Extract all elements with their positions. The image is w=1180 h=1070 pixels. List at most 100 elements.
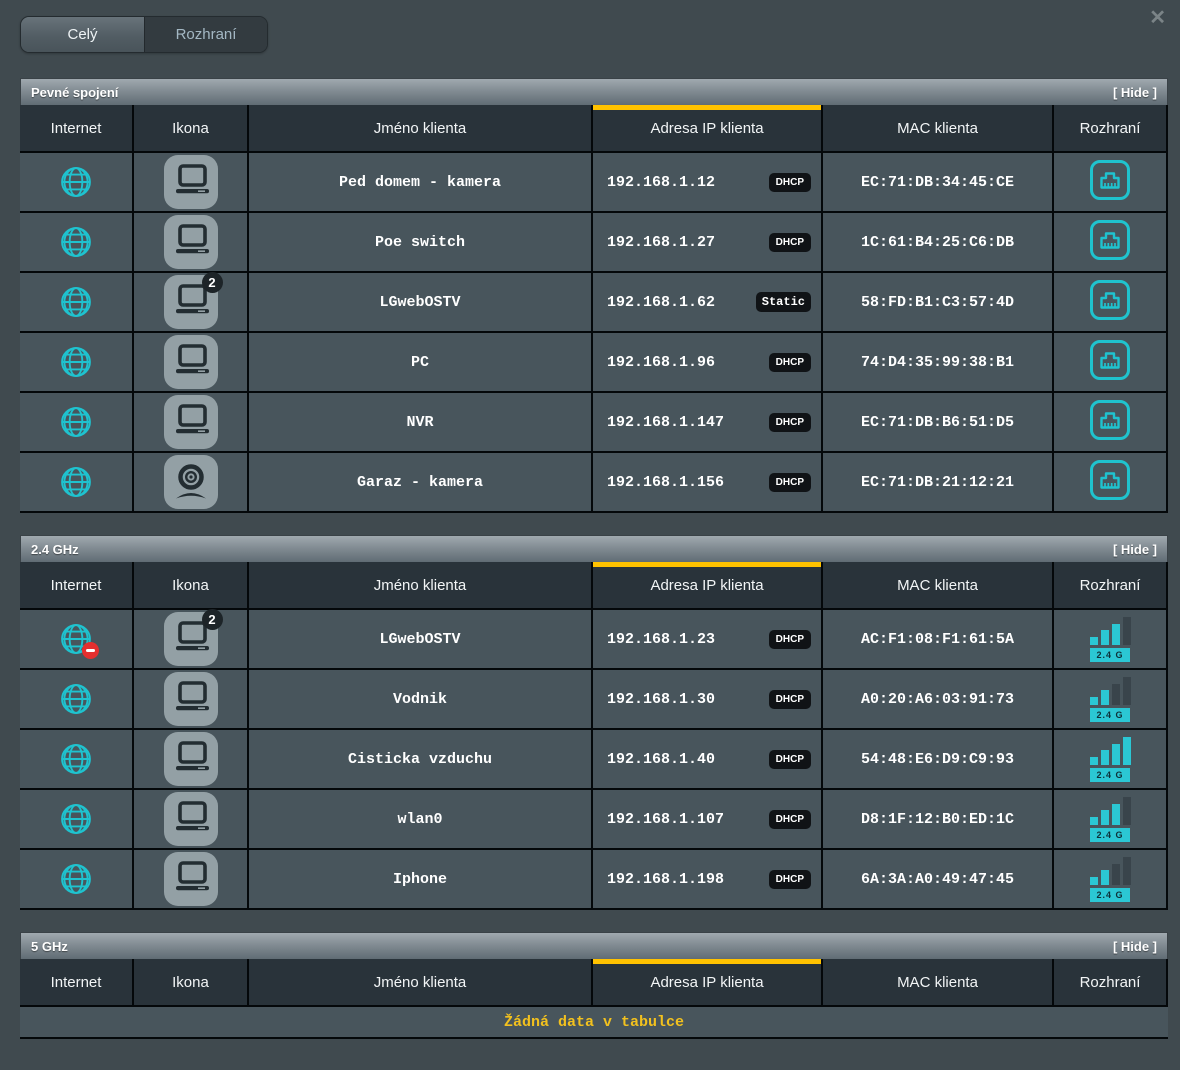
client-row[interactable]: 2LGwebOSTV192.168.1.62Static58:FD:B1:C3:… <box>20 273 1168 331</box>
client-row[interactable]: Ped domem - kamera192.168.1.12DHCPEC:71:… <box>20 153 1168 211</box>
client-table-wifi-5ghz: InternetIkonaJméno klientaAdresa IP klie… <box>20 959 1168 1039</box>
internet-cell <box>20 393 132 451</box>
client-row[interactable]: wlan0192.168.1.107DHCPD8:1F:12:B0:ED:1C2… <box>20 790 1168 848</box>
signal-bar <box>1112 864 1120 885</box>
internet-globe-icon <box>57 740 95 778</box>
column-header-4[interactable]: MAC klienta <box>823 105 1052 151</box>
mac-cell: 6A:3A:A0:49:47:45 <box>823 850 1052 908</box>
column-header-0[interactable]: Internet <box>20 562 132 608</box>
signal-bar <box>1090 637 1098 645</box>
device-icon-wrap <box>164 672 218 726</box>
column-header-3[interactable]: Adresa IP klienta <box>593 562 821 608</box>
mac-cell: D8:1F:12:B0:ED:1C <box>823 790 1052 848</box>
column-header-5[interactable]: Rozhraní <box>1054 562 1166 608</box>
column-header-3[interactable]: Adresa IP klienta <box>593 105 821 151</box>
signal-bar <box>1101 690 1109 705</box>
mac-cell: AC:F1:08:F1:61:5A <box>823 610 1052 668</box>
client-row[interactable]: PC192.168.1.96DHCP74:D4:35:99:38:B1 <box>20 333 1168 391</box>
name-cell: LGwebOSTV <box>249 273 591 331</box>
ethernet-icon <box>1089 399 1131 446</box>
client-row[interactable]: Iphone 192.168.1.198DHCP6A:3A:A0:49:47:45… <box>20 850 1168 908</box>
close-icon[interactable]: ✕ <box>1149 8 1166 28</box>
icon-cell <box>134 453 247 511</box>
client-ip: 192.168.1.156 <box>607 474 724 491</box>
section-title: Pevné spojení <box>31 85 118 100</box>
signal-bars <box>1090 737 1131 765</box>
column-header-2[interactable]: Jméno klienta <box>249 562 591 608</box>
mac-cell: EC:71:DB:21:12:21 <box>823 453 1052 511</box>
client-name: Iphone <box>393 871 447 888</box>
ethernet-icon <box>1089 219 1131 266</box>
hide-link[interactable]: [ Hide ] <box>1113 542 1157 557</box>
device-icon-wrap <box>164 215 218 269</box>
tab-cely[interactable]: Celý <box>21 17 144 52</box>
ip-mode-badge: DHCP <box>769 690 811 709</box>
name-cell: LGwebOSTV <box>249 610 591 668</box>
column-header-1[interactable]: Ikona <box>134 959 247 1005</box>
ip-cell: 192.168.1.198DHCP <box>593 850 821 908</box>
column-header-2[interactable]: Jméno klienta <box>249 959 591 1005</box>
internet-cell <box>20 273 132 331</box>
hide-link[interactable]: [ Hide ] <box>1113 939 1157 954</box>
client-row[interactable]: NVR192.168.1.147DHCPEC:71:DB:B6:51:D5 <box>20 393 1168 451</box>
wifi-signal-icon: 2.4 G <box>1090 737 1131 782</box>
column-header-1[interactable]: Ikona <box>134 562 247 608</box>
client-ip: 192.168.1.107 <box>607 811 724 828</box>
column-header-1[interactable]: Ikona <box>134 105 247 151</box>
client-ip: 192.168.1.40 <box>607 751 715 768</box>
icon-cell <box>134 850 247 908</box>
client-count-badge: 2 <box>202 609 223 630</box>
client-list-panel: ✕ Celý Rozhraní Pevné spojení [ Hide ] Int… <box>0 0 1168 1039</box>
client-row[interactable]: Garaz - kamera192.168.1.156DHCPEC:71:DB:… <box>20 453 1168 511</box>
tab-rozhrani[interactable]: Rozhraní <box>144 17 267 52</box>
client-ip: 192.168.1.198 <box>607 871 724 888</box>
icon-cell <box>134 333 247 391</box>
ip-mode-badge: DHCP <box>769 173 811 192</box>
name-cell: NVR <box>249 393 591 451</box>
signal-bar <box>1090 817 1098 825</box>
signal-bar <box>1090 877 1098 885</box>
wifi-band-badge: 2.4 G <box>1090 828 1129 842</box>
column-header-5[interactable]: Rozhraní <box>1054 959 1166 1005</box>
column-header-4[interactable]: MAC klienta <box>823 959 1052 1005</box>
interface-cell: 2.4 G <box>1054 670 1166 728</box>
name-cell: Poe switch <box>249 213 591 271</box>
client-ip: 192.168.1.27 <box>607 234 715 251</box>
column-header-0[interactable]: Internet <box>20 959 132 1005</box>
interface-cell: 2.4 G <box>1054 610 1166 668</box>
client-ip: 192.168.1.96 <box>607 354 715 371</box>
client-row[interactable]: Vodnik192.168.1.30DHCPA0:20:A6:03:91:732… <box>20 670 1168 728</box>
client-name: Ped domem - kamera <box>339 174 501 191</box>
interface-cell <box>1054 453 1166 511</box>
signal-bar <box>1101 630 1109 645</box>
signal-bar <box>1123 677 1131 705</box>
signal-bar <box>1123 617 1131 645</box>
signal-bar <box>1101 750 1109 765</box>
ip-cell: 192.168.1.96DHCP <box>593 333 821 391</box>
column-header-2[interactable]: Jméno klienta <box>249 105 591 151</box>
signal-bar <box>1101 870 1109 885</box>
wifi-band-badge: 2.4 G <box>1090 888 1129 902</box>
laptop-icon <box>164 792 218 846</box>
client-ip: 192.168.1.12 <box>607 174 715 191</box>
column-header-0[interactable]: Internet <box>20 105 132 151</box>
column-header-4[interactable]: MAC klienta <box>823 562 1052 608</box>
client-ip: 192.168.1.62 <box>607 294 715 311</box>
internet-cell <box>20 790 132 848</box>
internet-globe-icon <box>57 163 95 201</box>
mac-cell: EC:71:DB:B6:51:D5 <box>823 393 1052 451</box>
client-row[interactable]: Cisticka vzduchu192.168.1.40DHCP54:48:E6… <box>20 730 1168 788</box>
interface-cell <box>1054 273 1166 331</box>
column-header-3[interactable]: Adresa IP klienta <box>593 959 821 1005</box>
client-name: LGwebOSTV <box>379 294 460 311</box>
column-header-5[interactable]: Rozhraní <box>1054 105 1166 151</box>
signal-bar <box>1112 684 1120 705</box>
signal-bars <box>1090 677 1131 705</box>
client-row[interactable]: 2LGwebOSTV192.168.1.23DHCPAC:F1:08:F1:61… <box>20 610 1168 668</box>
ip-mode-badge: DHCP <box>769 750 811 769</box>
internet-cell <box>20 730 132 788</box>
section-wired: Pevné spojení [ Hide ] InternetIkonaJméno … <box>20 78 1168 513</box>
client-row[interactable]: Poe switch192.168.1.27DHCP1C:61:B4:25:C6… <box>20 213 1168 271</box>
hide-link[interactable]: [ Hide ] <box>1113 85 1157 100</box>
signal-bar <box>1123 797 1131 825</box>
